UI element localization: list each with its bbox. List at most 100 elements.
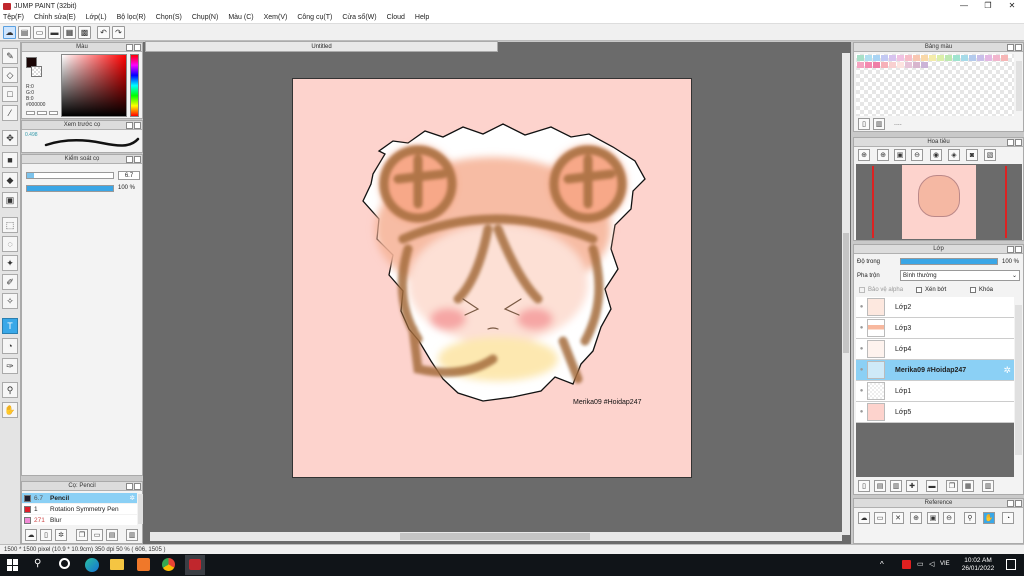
- reference-cloud-icon[interactable]: ☁: [858, 512, 870, 524]
- cloud-download-icon[interactable]: ☁: [25, 529, 37, 541]
- reference-rotate-icon[interactable]: ◔: [1002, 512, 1014, 524]
- layer-row[interactable]: ● Lớp2: [856, 297, 1014, 318]
- brush-item-rotation[interactable]: 1 Rotation Symmetry Pen: [22, 504, 137, 514]
- pen-line-icon[interactable]: ✑: [2, 358, 18, 374]
- menu-window[interactable]: Cửa sổ(W): [342, 14, 376, 21]
- comment-icon[interactable]: ▭: [33, 25, 46, 39]
- bucket-tool-icon[interactable]: ◆: [2, 172, 18, 188]
- copy-brush-icon[interactable]: ❐: [76, 529, 88, 541]
- menu-capture[interactable]: Chụp(N): [192, 14, 218, 21]
- palette-scrollbar[interactable]: [1016, 61, 1022, 111]
- vertical-scrollbar[interactable]: [842, 53, 850, 535]
- hue-slider[interactable]: [130, 54, 139, 117]
- antivirus-tray-icon[interactable]: [902, 560, 911, 569]
- menu-file[interactable]: Tệp(F): [3, 14, 24, 21]
- clock[interactable]: 10:02 AM 26/01/2022: [958, 557, 998, 573]
- flip-icon[interactable]: ◈: [948, 149, 960, 161]
- jump-paint-task-icon[interactable]: [185, 555, 205, 575]
- close-button[interactable]: ✕: [1000, 0, 1024, 12]
- select-eraser-icon[interactable]: ✧: [2, 293, 18, 309]
- chrome-browser-icon[interactable]: [162, 558, 175, 571]
- zoom-in-alt-icon[interactable]: ⊕: [877, 149, 889, 161]
- menu-cloud[interactable]: Cloud: [387, 14, 405, 21]
- hand-tool-icon[interactable]: ✋: [2, 402, 18, 418]
- merge-layer-icon[interactable]: ▦: [962, 480, 974, 492]
- layer-opacity-slider[interactable]: [900, 258, 998, 265]
- blend-mode-select[interactable]: Bình thường ⌄: [900, 270, 1020, 281]
- marquee-tool-icon[interactable]: ⬚: [2, 217, 18, 233]
- reference-eyedropper-icon[interactable]: ⚲: [964, 512, 976, 524]
- menu-tools[interactable]: Công cụ(T): [297, 14, 332, 21]
- delete-layer-icon[interactable]: ▥: [982, 480, 994, 492]
- notification-icon[interactable]: [1006, 559, 1016, 570]
- folder-icon[interactable]: ▭: [91, 529, 103, 541]
- eye-icon[interactable]: ●: [856, 409, 867, 415]
- gradient-tool-icon[interactable]: ▣: [2, 192, 18, 208]
- menu-view[interactable]: Xem(V): [264, 14, 288, 21]
- eye-icon[interactable]: ●: [856, 304, 867, 310]
- menu-color[interactable]: Màu (C): [228, 14, 253, 21]
- saturation-value-picker[interactable]: [61, 54, 127, 117]
- move-tool-icon[interactable]: ✥: [2, 130, 18, 146]
- palette-more-dots[interactable]: ....: [894, 120, 902, 127]
- reset-view-icon[interactable]: ◙: [966, 149, 978, 161]
- store-app-icon[interactable]: [137, 558, 150, 571]
- brush-item-blur[interactable]: 271 Blur: [22, 515, 137, 525]
- palette-delete-icon[interactable]: ▥: [873, 118, 885, 130]
- navigator-preview[interactable]: [856, 164, 1022, 240]
- maximize-button[interactable]: ❐: [976, 0, 1000, 12]
- reference-zoom-in-icon[interactable]: ⊕: [910, 512, 922, 524]
- select-pen-icon[interactable]: ✐: [2, 274, 18, 290]
- layer-row[interactable]: ● Lớp3: [856, 318, 1014, 339]
- brush-settings-icon[interactable]: ✲: [55, 529, 67, 541]
- eye-icon[interactable]: ●: [856, 388, 867, 394]
- rect-select-icon[interactable]: □: [2, 86, 18, 102]
- zoom-in-icon[interactable]: ⊕: [858, 149, 870, 161]
- reference-fit-icon[interactable]: ▣: [927, 512, 939, 524]
- import-brush-icon[interactable]: ▤: [106, 529, 118, 541]
- eyedropper-icon[interactable]: ⚲: [2, 382, 18, 398]
- navigator-options-icon[interactable]: ▧: [984, 149, 996, 161]
- text-tool-icon[interactable]: T: [2, 318, 18, 334]
- halftone-layer-icon[interactable]: ▥: [890, 480, 902, 492]
- layer-folder-icon[interactable]: ▬: [926, 480, 938, 492]
- brush-tool-icon[interactable]: ✎: [2, 48, 18, 64]
- undo-icon[interactable]: ↶: [97, 25, 110, 39]
- tray-chevron-icon[interactable]: ^: [880, 560, 884, 569]
- fill-rect-icon[interactable]: ■: [2, 152, 18, 168]
- speech-balloon-icon[interactable]: ◔: [2, 338, 18, 354]
- panel-icon[interactable]: ▦: [63, 25, 76, 39]
- brush-opacity-slider[interactable]: [26, 185, 114, 192]
- edge-browser-icon[interactable]: [85, 558, 99, 572]
- new-file-icon[interactable]: ▤: [18, 25, 31, 39]
- reference-zoom-out-icon[interactable]: ⊖: [943, 512, 955, 524]
- eye-icon[interactable]: ●: [856, 325, 867, 331]
- settings-gear-icon[interactable]: ✲: [130, 494, 135, 502]
- delete-brush-icon[interactable]: ▥: [126, 529, 138, 541]
- rotate-icon[interactable]: ◉: [930, 149, 942, 161]
- search-icon[interactable]: ⚲: [34, 558, 41, 569]
- new-brush-icon[interactable]: ▯: [40, 529, 52, 541]
- brush-size-slider[interactable]: [26, 172, 114, 179]
- lock-checkbox[interactable]: Khóa: [970, 287, 993, 293]
- menu-help[interactable]: Help: [415, 14, 429, 21]
- layer-add-dropdown-icon[interactable]: ✚: [906, 480, 918, 492]
- brush-size-field[interactable]: 6.7: [118, 171, 140, 180]
- menu-edit[interactable]: Chỉnh sửa(E): [34, 14, 76, 21]
- grid-icon[interactable]: ▩: [78, 25, 91, 39]
- redo-icon[interactable]: ↷: [112, 25, 125, 39]
- eye-icon[interactable]: ●: [856, 367, 867, 373]
- magic-wand-icon[interactable]: ✦: [2, 255, 18, 271]
- new-layer-icon[interactable]: ▯: [858, 480, 870, 492]
- document-tab[interactable]: Untitled: [145, 41, 498, 52]
- eye-icon[interactable]: ●: [856, 346, 867, 352]
- reference-folder-icon[interactable]: ▭: [874, 512, 886, 524]
- reference-hand-icon[interactable]: ✋: [983, 512, 995, 524]
- eraser-tool-icon[interactable]: ◇: [2, 67, 18, 83]
- task-view-icon[interactable]: [59, 558, 70, 569]
- menu-layer[interactable]: Lớp(L): [86, 14, 107, 21]
- brush-item-pencil[interactable]: 6.7 Pencil ✲: [22, 493, 137, 503]
- cloud-icon[interactable]: ☁: [3, 25, 16, 39]
- minimize-button[interactable]: —: [952, 0, 976, 12]
- palette-add-icon[interactable]: ▯: [858, 118, 870, 130]
